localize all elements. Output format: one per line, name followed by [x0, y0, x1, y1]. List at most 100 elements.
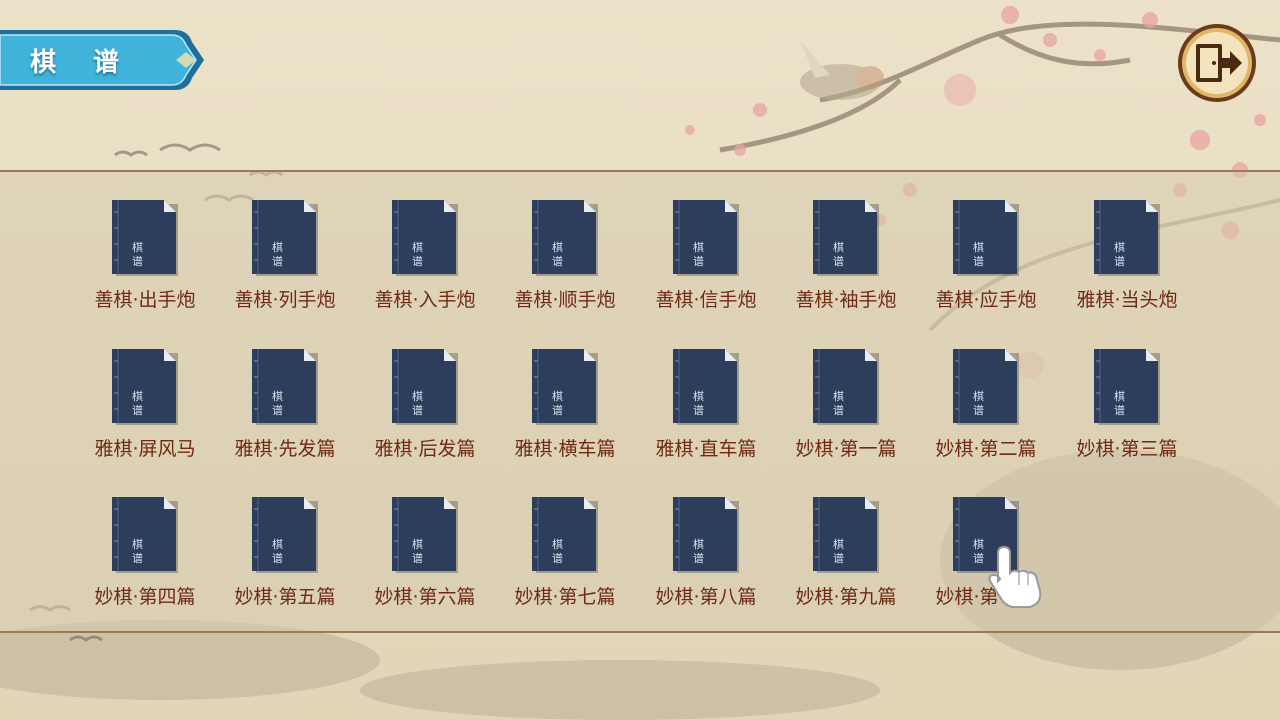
book-icon-char-1: 棋 — [833, 389, 844, 403]
book-icon-char-2: 谱 — [272, 551, 283, 565]
book-label: 善棋·入手炮 — [374, 289, 476, 311]
book-icon-char-1: 棋 — [552, 240, 563, 254]
book-item[interactable]: 棋谱善棋·入手炮 — [360, 198, 490, 318]
book-icon-char-2: 谱 — [693, 551, 704, 565]
book-label: 妙棋·第四篇 — [94, 586, 196, 608]
book-icon: 棋谱 — [813, 349, 879, 425]
book-label: 妙棋·第三篇 — [1076, 438, 1178, 460]
book-icon-char-1: 棋 — [552, 537, 563, 551]
book-icon-char-1: 棋 — [693, 389, 704, 403]
book-icon-char-1: 棋 — [1114, 389, 1125, 403]
book-icon: 棋谱 — [532, 349, 598, 425]
book-label: 妙棋·第六篇 — [374, 586, 476, 608]
exit-door-icon — [1178, 24, 1256, 102]
book-item[interactable]: 棋谱善棋·列手炮 — [220, 198, 350, 318]
book-icon-char-2: 谱 — [552, 551, 563, 565]
book-icon: 棋谱 — [953, 200, 1019, 276]
book-icon-char-2: 谱 — [132, 254, 143, 268]
book-label: 雅棋·先发篇 — [234, 438, 336, 460]
book-icon: 棋谱 — [252, 200, 318, 276]
book-icon: 棋谱 — [392, 200, 458, 276]
book-icon: 棋谱 — [673, 497, 739, 573]
book-icon: 棋谱 — [673, 349, 739, 425]
book-icon-char-2: 谱 — [973, 254, 984, 268]
book-item[interactable]: 棋谱妙棋·第九篇 — [781, 495, 911, 615]
book-item[interactable]: 棋谱雅棋·屏风马 — [80, 347, 210, 467]
book-icon-char-2: 谱 — [552, 403, 563, 417]
book-icon-char-1: 棋 — [272, 389, 283, 403]
book-icon-char-1: 棋 — [693, 240, 704, 254]
book-icon: 棋谱 — [813, 200, 879, 276]
book-icon-char-2: 谱 — [412, 403, 423, 417]
book-icon-char-2: 谱 — [833, 551, 844, 565]
book-item[interactable]: 棋谱妙棋·第八篇 — [641, 495, 771, 615]
book-item[interactable]: 棋谱妙棋·第四篇 — [80, 495, 210, 615]
book-icon-char-1: 棋 — [412, 240, 423, 254]
book-icon-char-1: 棋 — [973, 240, 984, 254]
book-grid: 棋谱善棋·出手炮棋谱善棋·列手炮棋谱善棋·入手炮棋谱善棋·顺手炮棋谱善棋·信手炮… — [0, 172, 1280, 635]
book-label: 妙棋·第八篇 — [655, 586, 757, 608]
book-icon-char-1: 棋 — [132, 537, 143, 551]
book-icon: 棋谱 — [532, 497, 598, 573]
book-label: 善棋·列手炮 — [234, 289, 336, 311]
book-icon-char-1: 棋 — [272, 240, 283, 254]
book-item[interactable]: 棋谱善棋·出手炮 — [80, 198, 210, 318]
book-label: 雅棋·屏风马 — [94, 438, 196, 460]
book-item[interactable]: 棋谱雅棋·当头炮 — [1062, 198, 1192, 318]
book-item[interactable]: 棋谱妙棋·第七篇 — [500, 495, 630, 615]
book-icon: 棋谱 — [392, 497, 458, 573]
book-label: 妙棋·第一篇 — [795, 438, 897, 460]
book-icon: 棋谱 — [532, 200, 598, 276]
book-label: 雅棋·后发篇 — [374, 438, 476, 460]
pointer-hand-icon — [988, 545, 1042, 608]
book-icon-char-2: 谱 — [272, 403, 283, 417]
book-icon-char-1: 棋 — [412, 537, 423, 551]
book-list-panel: 棋谱善棋·出手炮棋谱善棋·列手炮棋谱善棋·入手炮棋谱善棋·顺手炮棋谱善棋·信手炮… — [0, 170, 1280, 633]
book-icon-char-2: 谱 — [132, 551, 143, 565]
book-icon-char-2: 谱 — [833, 254, 844, 268]
book-icon-char-1: 棋 — [693, 537, 704, 551]
book-item[interactable]: 棋谱雅棋·横车篇 — [500, 347, 630, 467]
book-item[interactable]: 棋谱善棋·袖手炮 — [781, 198, 911, 318]
book-icon-char-1: 棋 — [412, 389, 423, 403]
book-icon-char-2: 谱 — [412, 551, 423, 565]
book-label: 妙棋·第二篇 — [935, 438, 1037, 460]
book-icon-char-1: 棋 — [973, 389, 984, 403]
book-label: 雅棋·当头炮 — [1076, 289, 1178, 311]
book-item[interactable]: 棋谱妙棋·第三篇 — [1062, 347, 1192, 467]
book-icon-char-1: 棋 — [132, 389, 143, 403]
book-item[interactable]: 棋谱妙棋·第二篇 — [921, 347, 1051, 467]
book-icon: 棋谱 — [1094, 200, 1160, 276]
book-icon: 棋谱 — [813, 497, 879, 573]
book-label: 妙棋·第五篇 — [234, 586, 336, 608]
book-icon-char-2: 谱 — [1114, 403, 1125, 417]
book-icon-char-2: 谱 — [412, 254, 423, 268]
book-icon: 棋谱 — [112, 497, 178, 573]
book-item[interactable]: 棋谱雅棋·直车篇 — [641, 347, 771, 467]
book-icon-char-2: 谱 — [1114, 254, 1125, 268]
book-icon-char-1: 棋 — [272, 537, 283, 551]
book-icon: 棋谱 — [112, 349, 178, 425]
book-icon-char-1: 棋 — [833, 537, 844, 551]
book-label: 妙棋·第九篇 — [795, 586, 897, 608]
book-label: 善棋·应手炮 — [935, 289, 1037, 311]
book-item[interactable]: 棋谱妙棋·第五篇 — [220, 495, 350, 615]
book-icon-char-1: 棋 — [132, 240, 143, 254]
book-icon: 棋谱 — [953, 349, 1019, 425]
book-item[interactable]: 棋谱善棋·应手炮 — [921, 198, 1051, 318]
book-label: 雅棋·直车篇 — [655, 438, 757, 460]
exit-button[interactable] — [1176, 22, 1258, 104]
book-icon-char-2: 谱 — [833, 403, 844, 417]
book-icon: 棋谱 — [673, 200, 739, 276]
book-item[interactable]: 棋谱善棋·顺手炮 — [500, 198, 630, 318]
book-icon: 棋谱 — [252, 349, 318, 425]
book-item[interactable]: 棋谱妙棋·第一篇 — [781, 347, 911, 467]
book-icon-char-2: 谱 — [693, 403, 704, 417]
book-item[interactable]: 棋谱雅棋·先发篇 — [220, 347, 350, 467]
book-icon-char-2: 谱 — [693, 254, 704, 268]
book-item[interactable]: 棋谱雅棋·后发篇 — [360, 347, 490, 467]
book-item[interactable]: 棋谱善棋·信手炮 — [641, 198, 771, 318]
book-icon-char-2: 谱 — [552, 254, 563, 268]
book-item[interactable]: 棋谱妙棋·第六篇 — [360, 495, 490, 615]
book-icon-char-1: 棋 — [552, 389, 563, 403]
